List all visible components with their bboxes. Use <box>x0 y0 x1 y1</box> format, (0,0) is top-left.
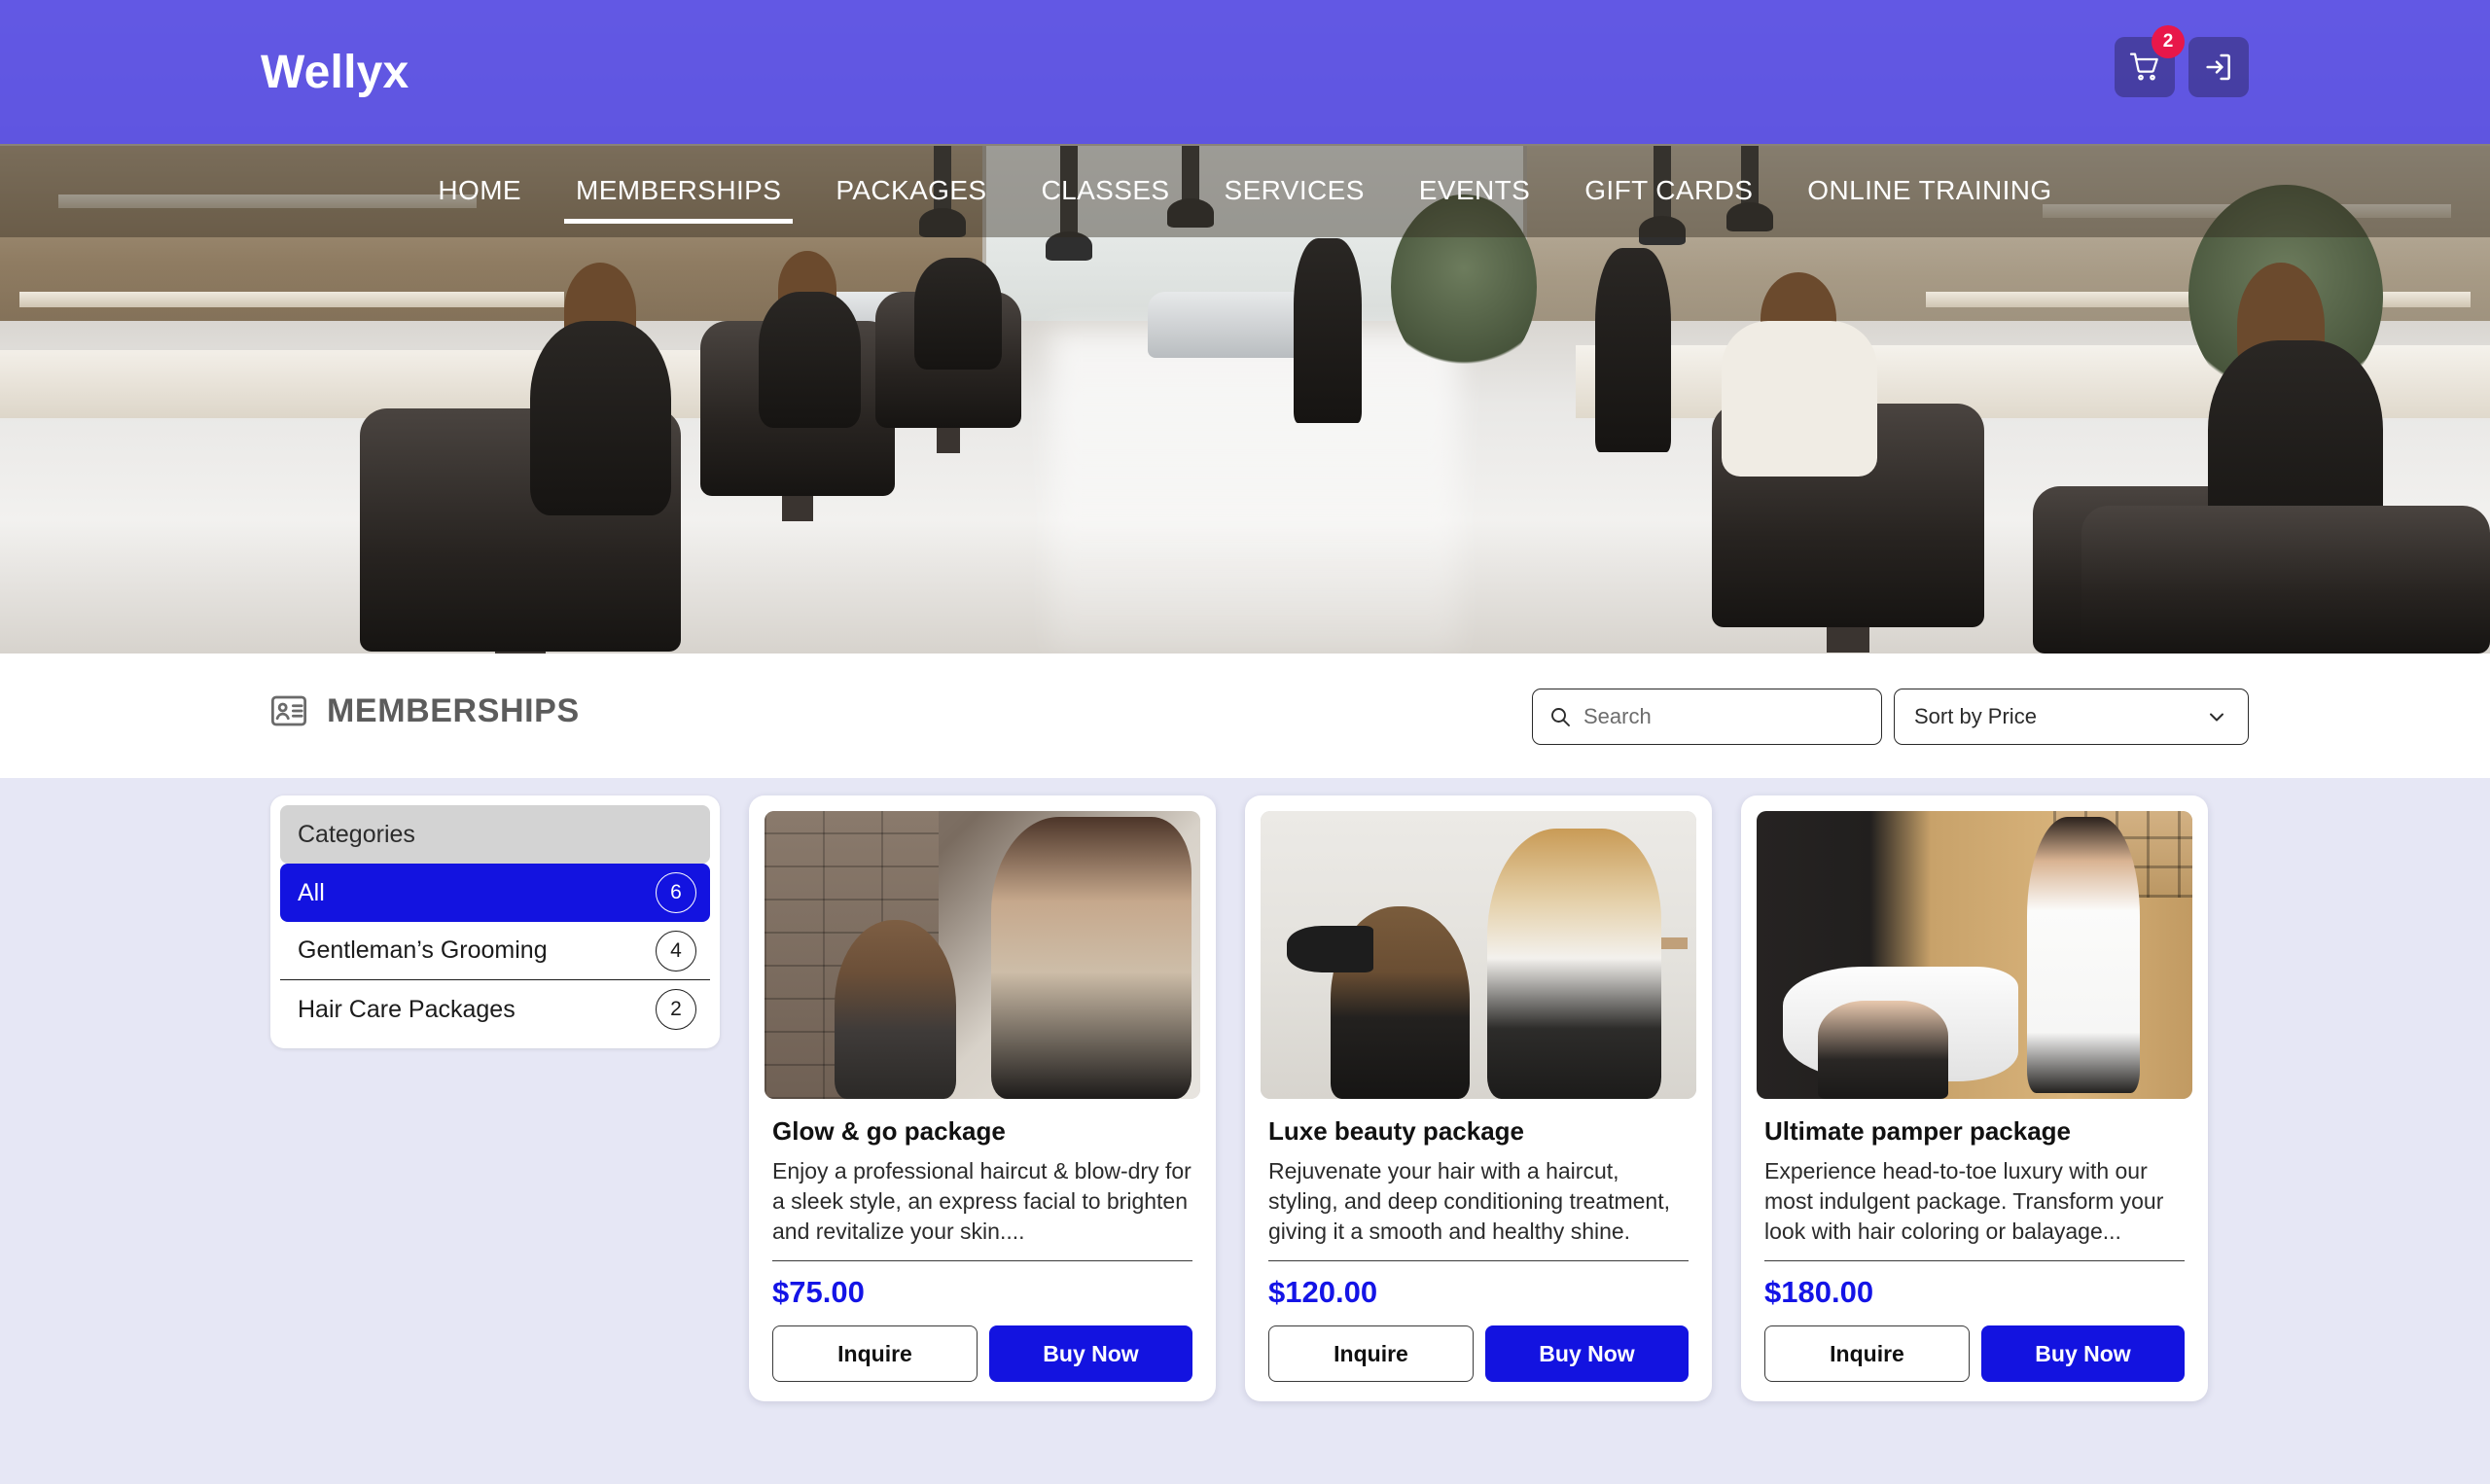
nav-item-memberships[interactable]: MEMBERSHIPS <box>549 144 808 237</box>
search-icon <box>1551 708 1570 726</box>
buy-now-button[interactable]: Buy Now <box>1485 1325 1689 1383</box>
product-price: $120.00 <box>1268 1275 1378 1310</box>
product-price: $75.00 <box>772 1275 865 1310</box>
product-actions: Inquire Buy Now <box>772 1325 1192 1383</box>
product-title: Ultimate pamper package <box>1764 1116 2072 1146</box>
categories-heading: Categories <box>280 805 710 864</box>
cart-badge: 2 <box>2152 25 2185 58</box>
inquire-button[interactable]: Inquire <box>772 1325 978 1383</box>
nav-item-online-training[interactable]: ONLINE TRAINING <box>1780 144 2079 237</box>
product-actions: Inquire Buy Now <box>1268 1325 1689 1383</box>
category-count: 6 <box>656 872 696 913</box>
page-toolbar: MEMBERSHIPS Sort by Price <box>0 654 2490 778</box>
nav-label: ONLINE TRAINING <box>1807 175 2052 205</box>
memberships-grid: Categories All 6 Gentleman’s Grooming 4 … <box>270 795 2208 1402</box>
category-label: All <box>298 878 325 906</box>
nav-item-gift-cards[interactable]: GIFT CARDS <box>1557 144 1780 237</box>
buy-now-button[interactable]: Buy Now <box>989 1325 1192 1383</box>
product-description: Enjoy a professional haircut & blow-dry … <box>772 1156 1192 1262</box>
product-title: Luxe beauty package <box>1268 1116 1524 1146</box>
nav-item-home[interactable]: HOME <box>410 144 549 237</box>
product-image <box>765 811 1200 1099</box>
buy-now-button[interactable]: Buy Now <box>1981 1325 2185 1383</box>
nav-item-packages[interactable]: PACKAGES <box>808 144 1014 237</box>
category-label: Hair Care Packages <box>298 995 516 1023</box>
category-item-all[interactable]: All 6 <box>280 864 710 922</box>
product-card[interactable]: Luxe beauty package Rejuvenate your hair… <box>1245 795 1712 1402</box>
product-card[interactable]: Glow & go package Enjoy a professional h… <box>749 795 1216 1402</box>
category-count: 2 <box>656 989 696 1030</box>
main-navigation: HOME MEMBERSHIPS PACKAGES CLASSES SERVIC… <box>0 144 2490 237</box>
search-input[interactable] <box>1583 704 1866 729</box>
hero-banner: Wellyx 2 HOME MEMBERSHIPS PACKAGES CLASS… <box>0 0 2490 654</box>
nav-label: MEMBERSHIPS <box>576 175 782 205</box>
category-item-hair-care-packages[interactable]: Hair Care Packages 2 <box>280 980 710 1039</box>
nav-label: SERVICES <box>1224 175 1365 205</box>
nav-label: CLASSES <box>1041 175 1170 205</box>
product-card[interactable]: Ultimate pamper package Experience head-… <box>1741 795 2208 1402</box>
content-area: Categories All 6 Gentleman’s Grooming 4 … <box>0 778 2490 1484</box>
product-description: Experience head-to-toe luxury with our m… <box>1764 1156 2185 1262</box>
chevron-down-icon <box>2210 713 2223 722</box>
category-count: 4 <box>656 930 696 972</box>
nav-label: EVENTS <box>1418 175 1531 205</box>
nav-item-classes[interactable]: CLASSES <box>1014 144 1197 237</box>
product-actions: Inquire Buy Now <box>1764 1325 2185 1383</box>
search-field[interactable] <box>1532 689 1882 745</box>
category-label: Gentleman’s Grooming <box>298 936 548 964</box>
id-card-icon <box>270 695 307 726</box>
categories-panel: Categories All 6 Gentleman’s Grooming 4 … <box>270 795 720 1048</box>
category-item-gentlemans-grooming[interactable]: Gentleman’s Grooming 4 <box>280 922 710 980</box>
toolbar-controls: Sort by Price <box>1532 689 2249 745</box>
page-title-text: MEMBERSHIPS <box>327 691 580 729</box>
sort-label: Sort by Price <box>1914 704 2037 728</box>
nav-label: HOME <box>438 175 521 205</box>
sort-by-price-select[interactable]: Sort by Price <box>1894 689 2249 745</box>
product-image <box>1757 811 2192 1099</box>
product-title: Glow & go package <box>772 1116 1006 1146</box>
nav-item-services[interactable]: SERVICES <box>1197 144 1392 237</box>
nav-label: GIFT CARDS <box>1584 175 1754 205</box>
product-description: Rejuvenate your hair with a haircut, sty… <box>1268 1156 1689 1262</box>
cart-button[interactable]: 2 <box>2115 25 2185 97</box>
header-actions: 2 <box>2115 25 2249 97</box>
nav-item-events[interactable]: EVENTS <box>1392 144 1557 237</box>
product-image <box>1261 811 1696 1099</box>
inquire-button[interactable]: Inquire <box>1764 1325 1970 1383</box>
nav-label: PACKAGES <box>836 175 987 205</box>
brand-logo[interactable]: Wellyx <box>261 46 409 99</box>
product-price: $180.00 <box>1764 1275 1874 1310</box>
inquire-button[interactable]: Inquire <box>1268 1325 1474 1383</box>
page-title: MEMBERSHIPS <box>268 690 580 731</box>
login-button[interactable] <box>2188 37 2249 97</box>
sign-in-icon <box>2206 53 2230 81</box>
shopping-cart-icon <box>2129 53 2158 81</box>
